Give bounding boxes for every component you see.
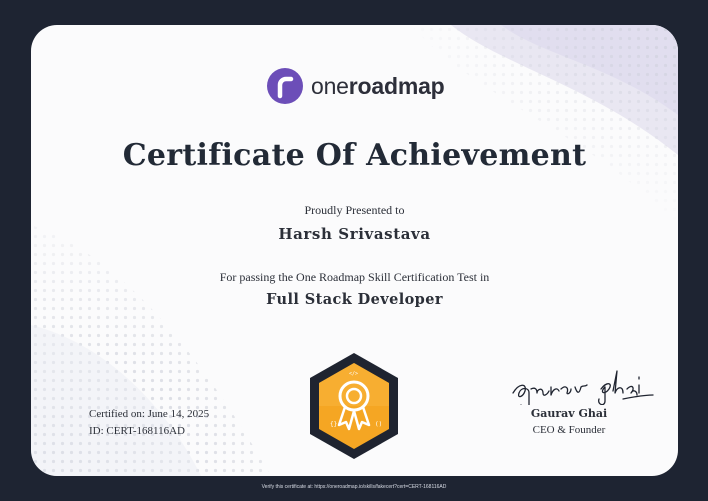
roadmap-r-logo-icon: [267, 68, 303, 104]
course-name: Full Stack Developer: [266, 291, 443, 308]
award-ribbon-icon: {} () </>: [310, 353, 398, 459]
certificate-id: ID: CERT-168116AD: [89, 425, 185, 437]
brand-name-part2: roadmap: [348, 72, 445, 99]
brand-name: oneroadmap: [311, 73, 445, 100]
passing-text: For passing the One Roadmap Skill Certif…: [219, 270, 490, 284]
certificate-title: Certificate Of Achievement: [122, 138, 587, 173]
svg-text:{}: {}: [330, 421, 337, 428]
certification-details: Certified on: June 14, 2025 ID: CERT-168…: [89, 406, 209, 440]
signer-name: Gaurav Ghai: [530, 407, 608, 420]
brand-name-part1: one: [311, 72, 349, 99]
verify-url-text[interactable]: Verify this certificate at: https://oner…: [0, 484, 708, 490]
certified-date: Certified on: June 14, 2025: [89, 408, 210, 420]
recipient-name: Harsh Srivastava: [278, 225, 431, 243]
brand-logo: oneroadmap: [267, 67, 445, 105]
signer-role: CEO & Founder: [532, 424, 606, 436]
svg-text:(): (): [375, 421, 382, 428]
signature-block: Gaurav Ghai CEO & Founder: [499, 363, 659, 463]
presented-label: Proudly Presented to: [304, 203, 405, 217]
svg-text:</>: </>: [349, 371, 358, 377]
handwritten-signature: [512, 370, 654, 405]
certificate-card: oneroadmap Certificate Of Achievement Pr…: [31, 25, 678, 476]
